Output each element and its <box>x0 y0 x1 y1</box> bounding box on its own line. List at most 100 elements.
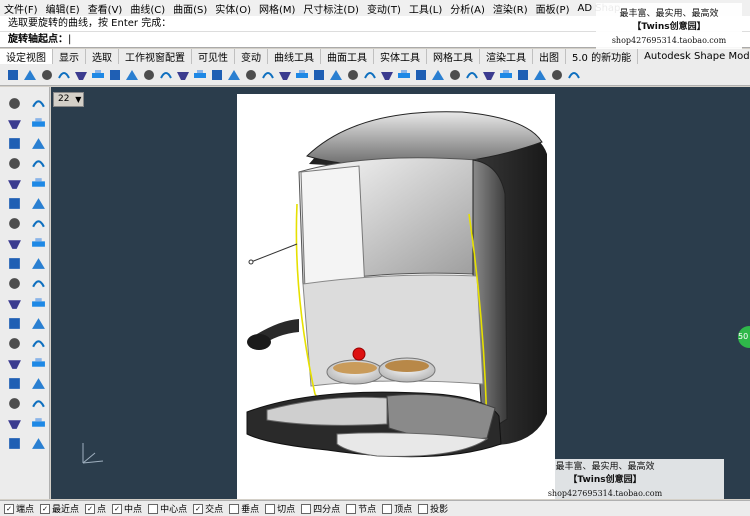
material-icon[interactable] <box>30 435 46 451</box>
toolbar-tab[interactable]: 工作视窗配置 <box>119 49 192 64</box>
menu-item[interactable]: 曲面(S) <box>169 1 211 16</box>
shell-icon[interactable] <box>363 68 377 82</box>
toolbar-tab[interactable]: 变动 <box>235 49 268 64</box>
rotate-icon[interactable] <box>431 68 445 82</box>
select-icon[interactable] <box>6 95 22 111</box>
osnap-toggle[interactable]: 顶点 <box>382 502 412 515</box>
rotate-tool-icon[interactable] <box>6 315 22 331</box>
menu-item[interactable]: 查看(V) <box>84 1 127 16</box>
osnap-checkbox[interactable]: ✓ <box>85 503 96 514</box>
copy-tool-icon[interactable] <box>30 295 46 311</box>
osnap-toggle[interactable]: 投影 <box>418 502 448 515</box>
lock-icon[interactable] <box>499 68 513 82</box>
arc-icon[interactable] <box>30 135 46 151</box>
sphere-icon[interactable] <box>30 235 46 251</box>
toolbar-tab[interactable]: 选取 <box>86 49 119 64</box>
menu-item[interactable]: 曲线(C) <box>126 1 169 16</box>
surface-edge-icon[interactable] <box>30 215 46 231</box>
menu-item[interactable]: 面板(P) <box>532 1 574 16</box>
sweep-icon[interactable] <box>91 68 105 82</box>
osnap-checkbox[interactable] <box>265 503 276 514</box>
copy-icon[interactable] <box>482 68 496 82</box>
toolbar-tab[interactable]: 渲染工具 <box>480 49 533 64</box>
match-icon[interactable] <box>278 68 292 82</box>
render-icon[interactable] <box>6 435 22 451</box>
network-icon[interactable] <box>295 68 309 82</box>
osnap-toggle[interactable]: 四分点 <box>301 502 340 515</box>
layer-tool-icon[interactable] <box>6 395 22 411</box>
fillet-curve-icon[interactable] <box>30 195 46 211</box>
surface-icon[interactable] <box>40 68 54 82</box>
toolbar-tab[interactable]: 曲线工具 <box>268 49 321 64</box>
menu-item[interactable]: 编辑(E) <box>42 1 84 16</box>
circle-icon[interactable] <box>6 135 22 151</box>
loft-icon[interactable] <box>74 68 88 82</box>
osnap-toggle[interactable]: 节点 <box>346 502 376 515</box>
osnap-toggle[interactable]: ✓ 端点 <box>4 502 34 515</box>
boolean-union-icon[interactable] <box>6 275 22 291</box>
ellipse-icon[interactable] <box>6 155 22 171</box>
analyze-icon[interactable] <box>6 415 22 431</box>
boolean-diff-icon[interactable] <box>30 275 46 291</box>
osnap-toggle[interactable]: ✓ 最近点 <box>40 502 79 515</box>
cone-icon[interactable] <box>30 255 46 271</box>
patch-icon[interactable] <box>125 68 139 82</box>
osnap-checkbox[interactable] <box>229 503 240 514</box>
toolbar-tab[interactable]: 设定视图 <box>0 49 53 64</box>
osnap-checkbox[interactable] <box>301 503 312 514</box>
revolve-icon[interactable] <box>57 68 71 82</box>
toolbar-tab[interactable]: 出图 <box>533 49 566 64</box>
scale-icon[interactable] <box>448 68 462 82</box>
fillet-icon[interactable] <box>159 68 173 82</box>
rail-icon[interactable] <box>312 68 326 82</box>
edge-icon[interactable] <box>329 68 343 82</box>
show-icon[interactable] <box>533 68 547 82</box>
toolbar-tab[interactable]: 5.0 的新功能 <box>566 49 639 64</box>
split-icon[interactable] <box>193 68 207 82</box>
offset-icon[interactable] <box>244 68 258 82</box>
toolbar-tab[interactable]: 网格工具 <box>427 49 480 64</box>
osnap-checkbox[interactable] <box>346 503 357 514</box>
toolbar-tab[interactable]: Autodesk Shape Modeling <box>638 51 750 62</box>
ungroup-icon[interactable] <box>30 375 46 391</box>
scale-tool-icon[interactable] <box>30 315 46 331</box>
osnap-checkbox[interactable]: ✓ <box>193 503 204 514</box>
rectangle-icon[interactable] <box>30 155 46 171</box>
join-icon[interactable] <box>210 68 224 82</box>
check-icon[interactable] <box>30 415 46 431</box>
split-tool-icon[interactable] <box>30 355 46 371</box>
perspective-viewport[interactable]: 22 ▼ <box>51 87 750 499</box>
menu-item[interactable]: 工具(L) <box>405 1 446 16</box>
osnap-toggle[interactable]: ✓ 点 <box>85 502 106 515</box>
group-icon[interactable] <box>6 375 22 391</box>
extrude-icon[interactable] <box>108 68 122 82</box>
osnap-checkbox[interactable]: ✓ <box>112 503 123 514</box>
osnap-toggle[interactable]: 垂点 <box>229 502 259 515</box>
osnap-checkbox[interactable] <box>418 503 429 514</box>
mirror-tool-icon[interactable] <box>6 335 22 351</box>
array-icon[interactable] <box>414 68 428 82</box>
osnap-toggle[interactable]: ✓ 交点 <box>193 502 223 515</box>
osnap-toggle[interactable]: ✓ 中点 <box>112 502 142 515</box>
text-icon[interactable] <box>30 175 46 191</box>
curve-icon[interactable] <box>23 68 37 82</box>
menu-item[interactable]: 尺寸标注(D) <box>299 1 363 16</box>
surface-plane-icon[interactable] <box>6 215 22 231</box>
mirror-icon[interactable] <box>397 68 411 82</box>
menu-item[interactable]: 变动(T) <box>363 1 405 16</box>
move-icon[interactable] <box>465 68 479 82</box>
hide-icon[interactable] <box>516 68 530 82</box>
properties-icon[interactable] <box>30 395 46 411</box>
array-tool-icon[interactable] <box>30 335 46 351</box>
polyline-icon[interactable] <box>6 115 22 131</box>
trim-tool-icon[interactable] <box>6 355 22 371</box>
osnap-checkbox[interactable]: ✓ <box>40 503 51 514</box>
box-icon[interactable] <box>6 235 22 251</box>
rebuild-icon[interactable] <box>261 68 275 82</box>
osnap-toggle[interactable]: 切点 <box>265 502 295 515</box>
osnap-checkbox[interactable]: ✓ <box>4 503 14 514</box>
toolbar-tab[interactable]: 曲面工具 <box>321 49 374 64</box>
blend-icon[interactable] <box>142 68 156 82</box>
menu-item[interactable]: 实体(O) <box>211 1 255 16</box>
toolbar-tab[interactable]: 实体工具 <box>374 49 427 64</box>
